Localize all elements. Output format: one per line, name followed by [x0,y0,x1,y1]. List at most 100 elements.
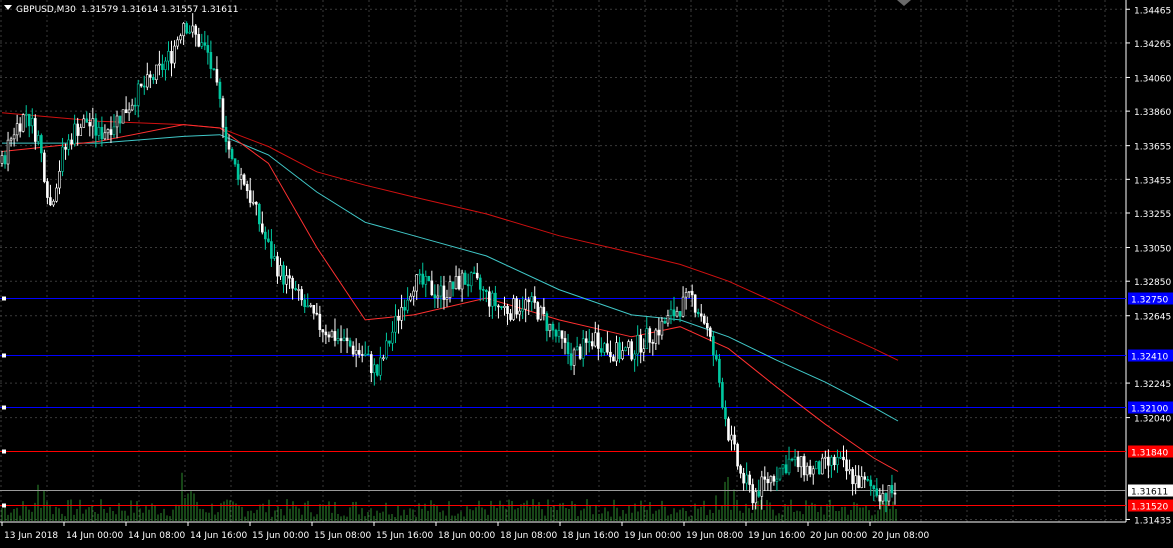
price-tick-label: 1.32245 [1134,380,1171,390]
candle-body [863,476,867,480]
candle-body [648,328,652,343]
candle-body [569,353,573,366]
candle-body [615,342,618,362]
candle-body [103,132,107,140]
candle-body [606,343,609,353]
candle-body [636,335,639,355]
candle-body [64,146,67,150]
candle-body [621,350,624,360]
candle-body [230,148,234,159]
candle-body [660,320,664,336]
candle-body [218,81,222,99]
line-handle[interactable] [2,503,6,508]
candle-body [448,281,452,298]
candle-body [251,201,255,204]
candle-body [590,341,594,347]
candle-body [415,274,419,292]
line-handle[interactable] [2,353,6,358]
candle-body [6,139,10,165]
candle-body [854,475,857,485]
candle-body [778,467,782,480]
line-handle[interactable] [2,405,6,410]
candle-body [509,313,512,320]
candle-body [542,306,546,314]
line-handle[interactable] [2,296,6,301]
candle-body [503,305,506,308]
candle-body [478,277,482,290]
candle-body [248,190,252,203]
candle-body [515,298,518,315]
candle-body [597,332,600,349]
candle-body [524,299,527,310]
candle-body [639,335,643,353]
candle-body [687,291,691,293]
candle-body [18,123,22,132]
candle-body [657,329,661,336]
candle-body [584,338,588,343]
candle-body [61,146,64,172]
candle-body [0,155,4,164]
candle-body [297,289,300,291]
candle-body [239,174,243,180]
candle-body [675,311,679,317]
candle-body [130,104,134,111]
price-tick-label: 1.31435 [1134,516,1171,526]
candle-body [651,342,655,344]
candle-body [391,331,394,344]
candle-body [669,309,673,316]
candle-body [587,341,591,343]
candle-body [312,304,316,314]
candle-body [385,340,388,359]
time-tick-label: 14 Jun 16:00 [190,531,247,541]
trading-chart[interactable]: 1.32750 1.32410 1.32100 1.31840 1.31520 1.344… [0,0,1173,544]
candle-body [233,158,237,165]
candle-body [663,320,667,324]
time-tick-label: 19 Jun 16:00 [748,531,805,541]
candle-body [721,382,724,408]
time-tick-label: 20 Jun 00:00 [810,531,867,541]
candle-body [40,135,43,154]
candle-body [872,485,876,490]
candle-body [827,456,830,466]
candle-body [33,118,37,142]
candle-body [376,364,379,376]
candle-body [397,315,400,321]
ohlc-values: 1.31579 1.31614 1.31557 1.31611 [81,5,238,15]
candle-body [109,129,113,135]
candle-body [821,457,824,475]
candle-body [739,465,742,474]
candle-body [49,197,52,206]
price-level-label: 1.32100 [1131,405,1168,415]
candle-body [775,478,779,482]
candle-body [609,351,612,358]
candle-body [421,273,425,285]
current-price-label: 1.31611 [1131,488,1168,498]
candle-body [309,304,313,307]
candle-body [488,291,491,307]
candle-body [388,340,391,344]
candle-body [133,104,137,107]
candle-body [224,126,228,142]
time-tick-label: 15 Jun 16:00 [376,531,433,541]
candle-body [612,356,615,362]
candle-body [551,323,555,331]
candle-body [802,456,806,476]
candle-body [12,134,16,140]
candle-body [824,456,827,459]
candle-body [881,493,885,502]
candle-body [236,163,240,180]
candle-body [330,331,334,338]
candle-body [227,141,231,150]
candle-body [406,299,409,311]
candle-body [693,294,697,313]
candle-body [884,493,888,502]
candle-body [566,342,570,354]
candle-body [878,495,882,502]
candle-body [618,342,621,360]
candle-body [696,311,700,315]
candle-body [27,113,31,127]
candle-body [817,461,821,475]
line-handle[interactable] [2,449,6,454]
candle-body [727,418,730,441]
candle-body [494,292,497,307]
